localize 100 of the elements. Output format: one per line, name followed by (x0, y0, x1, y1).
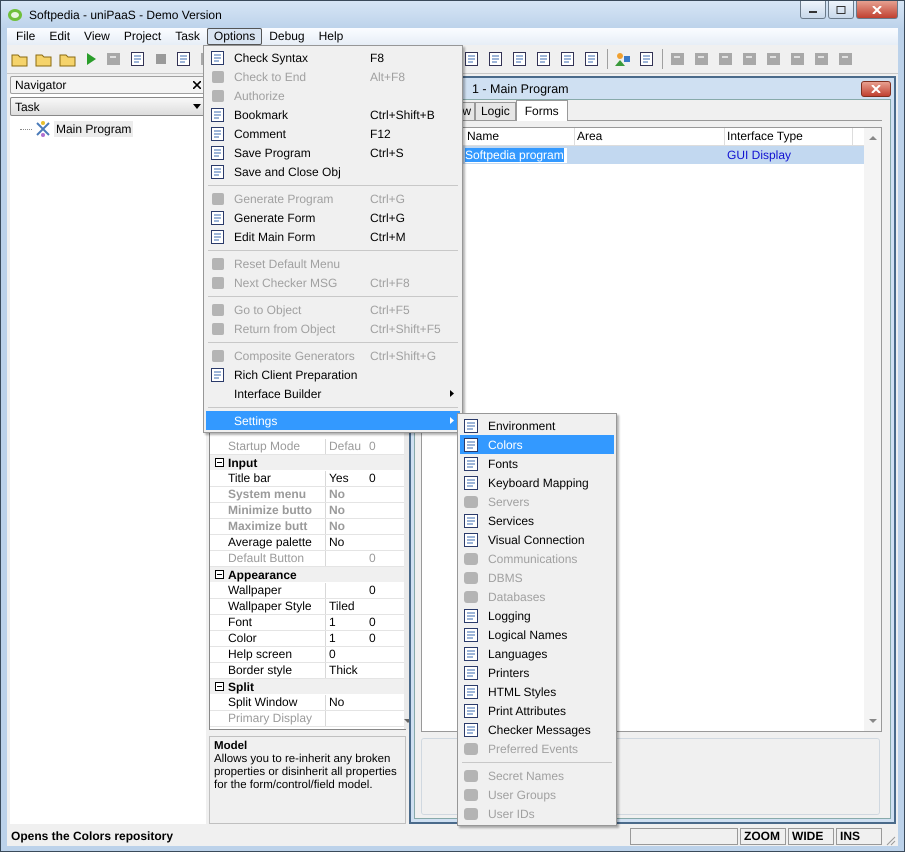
property-value[interactable]: Thick (329, 663, 369, 678)
property-value[interactable]: 1 (329, 615, 369, 630)
menu-item[interactable]: Debug (262, 28, 312, 45)
document-icon[interactable] (487, 51, 505, 67)
program-icon (35, 121, 51, 137)
menu-item[interactable]: File (9, 28, 42, 45)
property-value[interactable]: 0 (369, 615, 376, 630)
status-message: Opens the Colors repository (11, 829, 174, 843)
document-icon (463, 646, 479, 662)
scroll-down-arrow-icon[interactable] (868, 719, 876, 723)
document-icon (210, 320, 226, 336)
menu-item[interactable]: HTML Styles (460, 682, 614, 701)
property-value[interactable]: Tiled (329, 599, 369, 614)
close-icon[interactable] (193, 81, 201, 89)
menu-item[interactable]: Edit Main Form Ctrl+M (206, 227, 460, 246)
menu-item[interactable]: Visual Connection (460, 530, 614, 549)
navigator-header: Navigator (10, 76, 206, 94)
property-value[interactable]: No (329, 535, 369, 550)
collapse-icon[interactable] (215, 682, 224, 691)
menu-item[interactable]: Comment F12 (206, 124, 460, 143)
document-icon[interactable] (535, 51, 553, 67)
menu-item[interactable]: Logging (460, 606, 614, 625)
property-name: Wallpaper (227, 583, 326, 598)
menu-item[interactable]: Printers (460, 663, 614, 682)
menu-item[interactable]: Task (168, 28, 207, 45)
document-icon[interactable] (463, 51, 481, 67)
property-name: Average palette (227, 535, 326, 550)
document-icon (463, 664, 479, 680)
menu-item[interactable]: View (77, 28, 117, 45)
document-icon (463, 436, 479, 452)
document-icon (463, 456, 479, 472)
menu-item[interactable]: Logical Names (460, 625, 614, 644)
menu-item[interactable]: Bookmark Ctrl+Shift+B (206, 105, 460, 124)
document-icon (463, 626, 479, 642)
property-name: System menu (227, 487, 326, 502)
menu-item[interactable]: Save and Close Obj (206, 162, 460, 181)
column-header[interactable]: Interface Type (725, 128, 853, 145)
document-icon[interactable] (511, 51, 529, 67)
document-icon (463, 588, 479, 604)
column-header[interactable]: Name (465, 128, 575, 145)
column-header[interactable]: Area (575, 128, 725, 145)
close-button[interactable] (861, 80, 891, 96)
document-icon (463, 684, 479, 700)
collapse-icon[interactable] (215, 458, 224, 467)
maximize-button[interactable] (828, 1, 854, 19)
tab[interactable]: Logic (475, 102, 516, 120)
scroll-up-arrow-icon[interactable] (868, 136, 876, 140)
scrollbar[interactable] (864, 128, 881, 731)
minimize-button[interactable] (800, 1, 826, 19)
property-value[interactable]: No (329, 695, 369, 710)
stop-icon[interactable] (153, 51, 169, 67)
resize-grip-icon[interactable] (884, 834, 896, 846)
menu-item[interactable]: Options (206, 28, 262, 45)
document-icon[interactable] (129, 51, 147, 67)
document-icon[interactable] (583, 51, 601, 67)
app-logo-icon (7, 6, 23, 22)
tab[interactable]: Forms (516, 100, 568, 121)
document-icon[interactable] (175, 51, 193, 67)
menu-item[interactable]: Keyboard Mapping (460, 473, 614, 492)
property-value[interactable]: 0 (369, 631, 376, 646)
close-icon (872, 6, 882, 14)
document-icon[interactable] (638, 51, 656, 67)
menu-item[interactable]: Languages (460, 644, 614, 663)
menu-item[interactable]: Print Attributes (460, 701, 614, 720)
document-icon (210, 302, 226, 318)
menu-item[interactable]: Check Syntax F8 (206, 48, 460, 67)
menu-item[interactable]: Fonts (460, 454, 614, 473)
document-icon (210, 50, 226, 66)
menu-item[interactable]: Rich Client Preparation (206, 365, 460, 384)
tree-item[interactable]: Main Program (54, 121, 134, 137)
task-dropdown[interactable]: Task (10, 97, 206, 116)
menu-item[interactable]: Checker Messages (460, 720, 614, 739)
property-value[interactable]: 0 (329, 647, 369, 662)
property-name: Startup Mode (227, 439, 326, 454)
document-icon (210, 144, 226, 160)
property-value[interactable]: 0 (369, 583, 376, 598)
menu-item[interactable]: Environment (460, 416, 614, 435)
collapse-icon[interactable] (215, 570, 224, 579)
document-icon (463, 474, 479, 490)
status-indicator: ZOOM (740, 828, 786, 844)
property-name: Default Button (227, 551, 326, 566)
document-icon (463, 740, 479, 756)
property-value[interactable]: 1 (329, 631, 369, 646)
document-icon[interactable] (559, 51, 577, 67)
document-icon (210, 190, 226, 206)
menu-item[interactable]: Help (312, 28, 350, 45)
property-value[interactable]: Yes (329, 471, 369, 486)
menu-item[interactable]: Edit (42, 28, 78, 45)
close-button[interactable] (856, 1, 898, 19)
person-icon[interactable] (614, 51, 632, 67)
menu-item[interactable]: Project (116, 28, 168, 45)
menu-item[interactable]: Services (460, 511, 614, 530)
window-title: Softpedia - uniPaaS - Demo Version (29, 8, 222, 22)
property-value[interactable]: 0 (369, 471, 376, 486)
document-icon (210, 164, 226, 180)
menu-item[interactable]: Interface Builder (206, 384, 460, 403)
document-icon (210, 274, 226, 290)
status-indicator: INS (836, 828, 882, 844)
menu-item[interactable]: Generate Form Ctrl+G (206, 208, 460, 227)
property-name: Title bar (227, 471, 326, 486)
